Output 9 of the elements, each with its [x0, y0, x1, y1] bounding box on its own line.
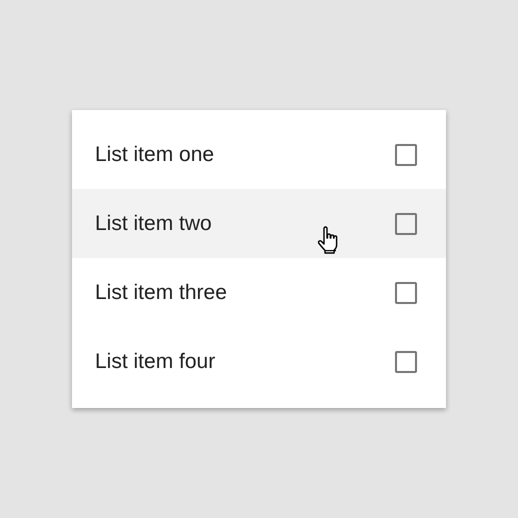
checkbox[interactable]: [395, 144, 417, 166]
list-item[interactable]: List item two: [72, 189, 446, 258]
checkbox[interactable]: [395, 282, 417, 304]
list-item[interactable]: List item four: [72, 327, 446, 396]
checkbox[interactable]: [395, 212, 417, 234]
checkbox[interactable]: [395, 350, 417, 372]
list-item[interactable]: List item one: [72, 120, 446, 189]
list-item[interactable]: List item three: [72, 258, 446, 327]
pointer-cursor-icon: [316, 226, 340, 256]
